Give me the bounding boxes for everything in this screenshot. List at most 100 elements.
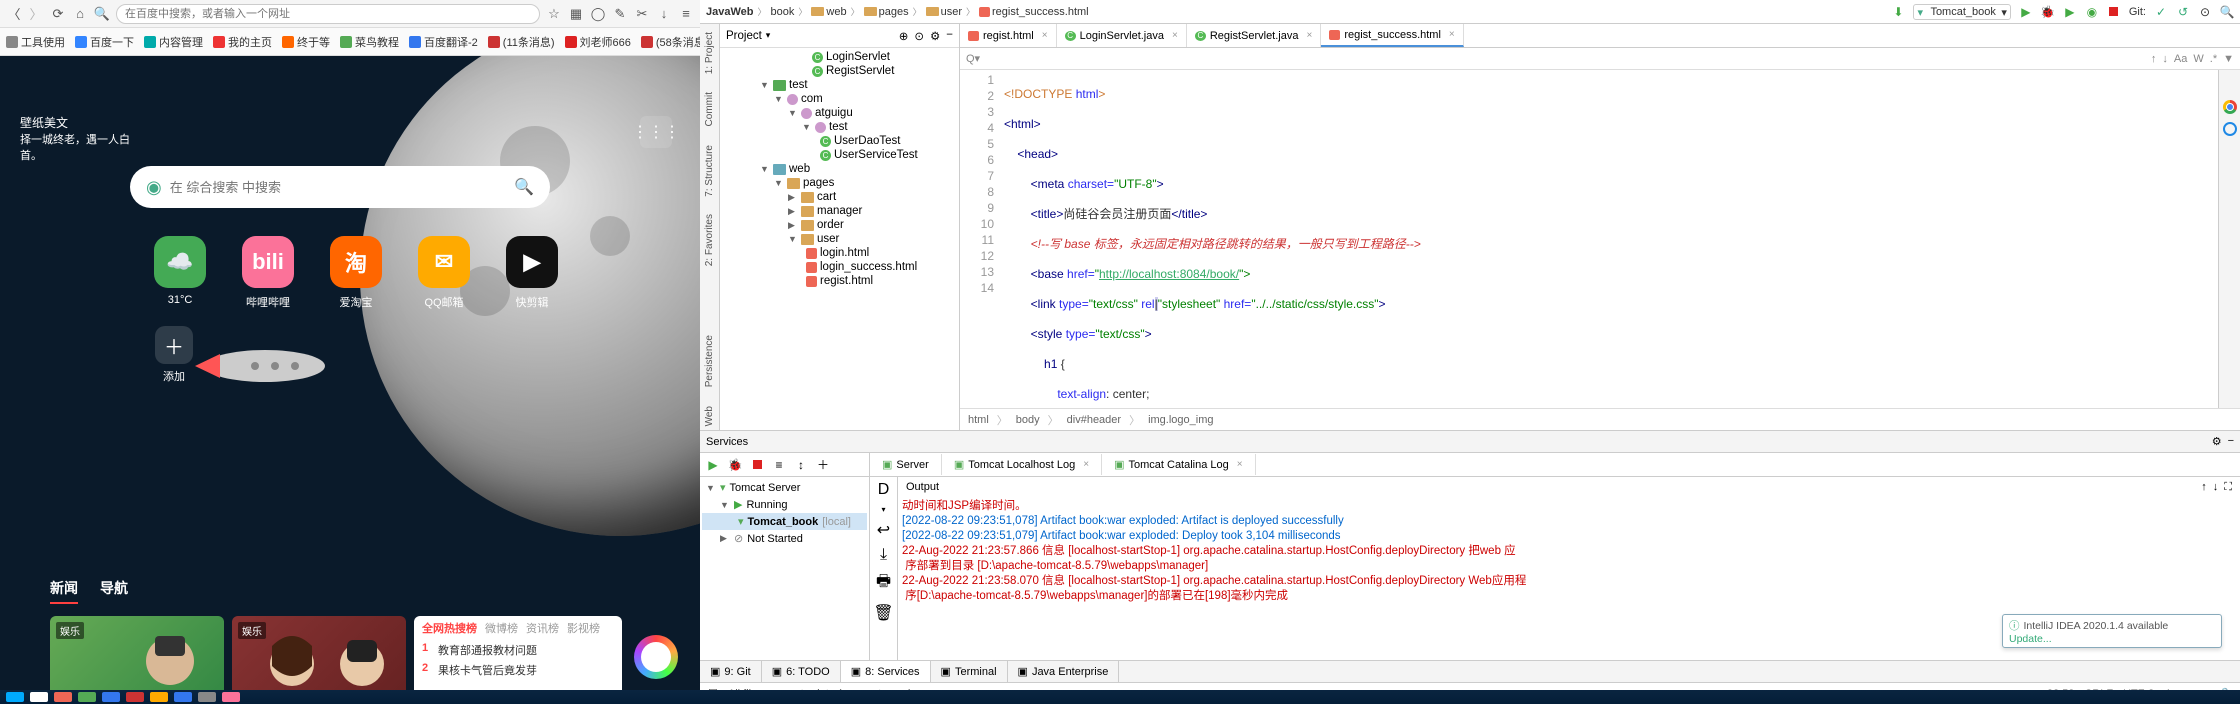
maximize-icon[interactable]: ⛶ bbox=[2224, 481, 2232, 494]
download-icon[interactable]: ↓ bbox=[656, 6, 672, 22]
editor-tab[interactable]: regist_success.html× bbox=[1321, 24, 1463, 47]
close-icon[interactable]: × bbox=[1038, 30, 1048, 41]
bookmark-item[interactable]: 工具使用 bbox=[6, 34, 65, 50]
tool-tab[interactable]: ▣Java Enterprise bbox=[1008, 661, 1120, 682]
tab-persistence[interactable]: Persistence bbox=[704, 331, 715, 391]
breadcrumb-item[interactable]: regist_success.html bbox=[979, 6, 1089, 18]
update-link[interactable]: Update... bbox=[2009, 633, 2052, 645]
news-card[interactable]: 娱乐 bbox=[50, 616, 224, 698]
taskbar-item[interactable] bbox=[102, 692, 120, 702]
search-engine-icon[interactable]: ◉ bbox=[146, 177, 162, 198]
hide-icon[interactable]: − bbox=[2228, 435, 2234, 448]
tool-tab[interactable]: ▣8: Services bbox=[841, 661, 931, 682]
reload-icon[interactable]: ⟳ bbox=[50, 6, 66, 22]
taskbar-item[interactable] bbox=[126, 692, 144, 702]
tool-tab[interactable]: ▣6: TODO bbox=[762, 661, 841, 682]
address-input[interactable] bbox=[116, 4, 540, 24]
tool-tab[interactable]: ▣Terminal bbox=[931, 661, 1008, 682]
taskbar-item[interactable] bbox=[222, 692, 240, 702]
menu-icon[interactable]: ≡ bbox=[678, 6, 694, 22]
editor-breadcrumb[interactable]: html〉body〉div#header〉img.logo_img bbox=[960, 408, 2240, 430]
prev-icon[interactable]: ↑ bbox=[2151, 53, 2157, 65]
git-pull-icon[interactable]: ✓ bbox=[2154, 5, 2168, 19]
d-icon[interactable]: D bbox=[878, 481, 890, 499]
next-icon[interactable]: ↓ bbox=[2162, 53, 2168, 65]
run-icon[interactable]: ▶ bbox=[706, 458, 720, 472]
bookmark-item[interactable]: 终于等 bbox=[282, 34, 330, 50]
stop-icon[interactable] bbox=[2107, 5, 2121, 19]
tab-project[interactable]: 1: Project bbox=[704, 28, 715, 78]
run-config-select[interactable]: ▾Tomcat_book▾ bbox=[1913, 4, 2010, 20]
breadcrumb-item[interactable]: pages bbox=[864, 6, 909, 18]
project-view-label[interactable]: Project bbox=[726, 30, 762, 42]
project-tree[interactable]: CLoginServlet CRegistServlet ▼test ▼com … bbox=[720, 48, 959, 430]
bookmark-item[interactable]: 百度翻译-2 bbox=[409, 34, 478, 50]
clear-icon[interactable]: 🗑 bbox=[873, 603, 893, 623]
breadcrumb-item[interactable]: user bbox=[926, 6, 962, 18]
console-tab[interactable]: ▣Tomcat Localhost Log× bbox=[942, 454, 1102, 475]
app-tile[interactable]: ▶快剪辑 bbox=[502, 236, 562, 310]
profile-icon[interactable]: ◉ bbox=[2085, 5, 2099, 19]
print-icon[interactable]: 🖶 bbox=[876, 570, 891, 597]
app-tile[interactable]: bili哔哩哔哩 bbox=[238, 236, 298, 310]
taskbar-item[interactable] bbox=[30, 692, 48, 702]
tab-web[interactable]: Web bbox=[704, 402, 715, 430]
settings-icon[interactable]: ⚙ bbox=[930, 29, 940, 43]
coverage-icon[interactable]: ▶ bbox=[2063, 5, 2077, 19]
taskbar-item[interactable] bbox=[6, 692, 24, 702]
bookmark-item[interactable]: 菜鸟教程 bbox=[340, 34, 399, 50]
bookmark-item[interactable]: 刘老师666 bbox=[565, 34, 631, 50]
breadcrumb-item[interactable]: web bbox=[811, 6, 846, 18]
console-tab[interactable]: ▣Tomcat Catalina Log× bbox=[1102, 454, 1256, 475]
breadcrumb-item[interactable]: book bbox=[771, 6, 795, 18]
bookmark-item[interactable]: (58条消息) bbox=[641, 34, 700, 50]
regex[interactable]: .* bbox=[2210, 53, 2217, 65]
ie-icon[interactable] bbox=[2223, 122, 2237, 136]
search-all-icon[interactable]: 🔍 bbox=[2220, 5, 2234, 19]
add-icon[interactable]: ＋ bbox=[816, 458, 830, 472]
filter-icon[interactable]: ▼ bbox=[2223, 53, 2234, 65]
collapse-icon[interactable]: ⊕ bbox=[899, 29, 909, 43]
build-icon[interactable]: ⬇ bbox=[1891, 5, 1905, 19]
taskbar-item[interactable] bbox=[78, 692, 96, 702]
debug-icon[interactable]: 🐞 bbox=[2041, 5, 2055, 19]
close-icon[interactable]: × bbox=[1445, 29, 1455, 40]
close-icon[interactable]: × bbox=[1302, 30, 1312, 41]
whole-word[interactable]: W bbox=[2193, 53, 2203, 65]
circle-icon[interactable]: ◯ bbox=[590, 6, 606, 22]
console-tab[interactable]: ▣Server bbox=[870, 454, 942, 475]
homepage-search[interactable]: ◉ 🔍 bbox=[130, 166, 550, 208]
expand-icon[interactable]: ↕ bbox=[794, 458, 808, 472]
app-tile[interactable]: ☁️31°C bbox=[150, 236, 210, 310]
locate-icon[interactable]: ⊙ bbox=[914, 29, 924, 43]
tab-news[interactable]: 新闻 bbox=[50, 578, 78, 604]
breadcrumb-item[interactable]: JavaWeb bbox=[706, 6, 754, 18]
forward-icon[interactable]: 〉 bbox=[28, 6, 44, 22]
homepage-search-input[interactable] bbox=[170, 180, 514, 195]
wrap-icon[interactable]: ↩ bbox=[877, 520, 890, 540]
hide-icon[interactable]: − bbox=[946, 29, 953, 43]
grid-icon[interactable]: ▦ bbox=[568, 6, 584, 22]
camera-tile[interactable] bbox=[630, 616, 682, 698]
tab-commit[interactable]: Commit bbox=[704, 88, 715, 130]
news-card[interactable]: 娱乐 bbox=[232, 616, 406, 698]
apps-grid-icon[interactable]: ⋮⋮⋮ bbox=[640, 116, 672, 148]
editor-tab[interactable]: CRegistServlet.java× bbox=[1187, 24, 1322, 47]
app-tile[interactable]: ✉QQ邮箱 bbox=[414, 236, 474, 310]
stop-icon[interactable] bbox=[750, 458, 764, 472]
debug-icon[interactable]: 🐞 bbox=[728, 458, 742, 472]
bookmark-item[interactable]: 内容管理 bbox=[144, 34, 203, 50]
run-icon[interactable]: ▶ bbox=[2019, 5, 2033, 19]
close-icon[interactable]: × bbox=[1168, 30, 1178, 41]
app-tile[interactable]: 淘爱淘宝 bbox=[326, 236, 386, 310]
taskbar-item[interactable] bbox=[54, 692, 72, 702]
back-icon[interactable]: 〈 bbox=[6, 6, 22, 22]
chrome-icon[interactable] bbox=[2223, 100, 2237, 114]
taskbar-item[interactable] bbox=[150, 692, 168, 702]
editor-tab[interactable]: regist.html× bbox=[960, 24, 1057, 47]
update-notification[interactable]: ⓘIntelliJ IDEA 2020.1.4 available Update… bbox=[2002, 614, 2222, 648]
search-button[interactable]: 🔍 bbox=[514, 177, 534, 197]
match-case[interactable]: Aa bbox=[2174, 53, 2187, 65]
bookmark-item[interactable]: 我的主页 bbox=[213, 34, 272, 50]
star-icon[interactable]: ☆ bbox=[546, 6, 562, 22]
